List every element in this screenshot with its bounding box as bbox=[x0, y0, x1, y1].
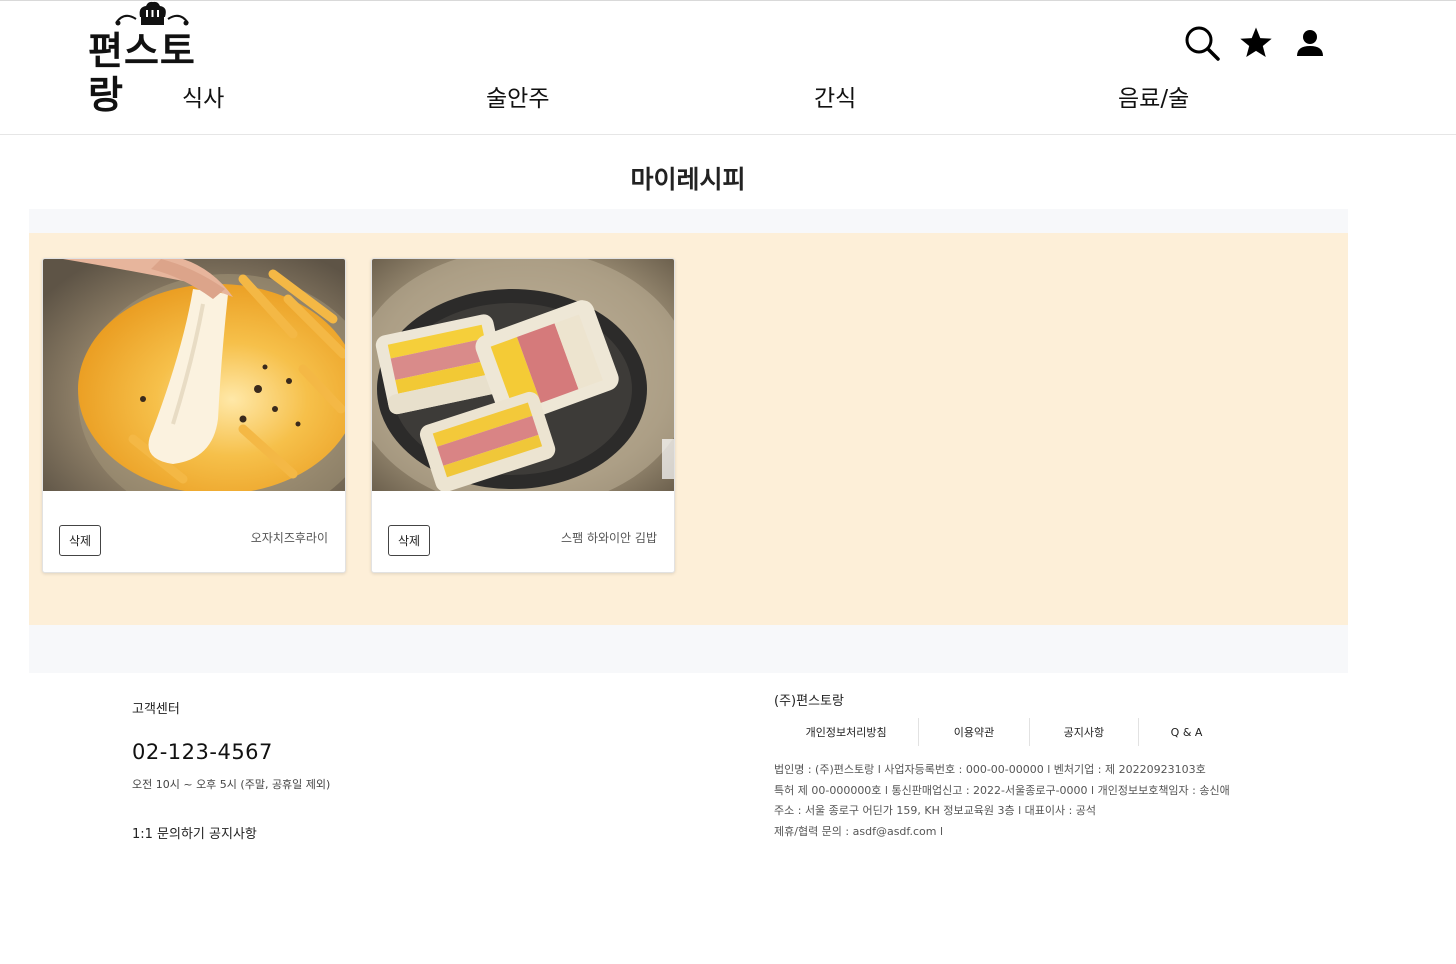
card-footer: 삭제 스팸 하와이안 김밥 bbox=[372, 491, 674, 572]
recipe-card[interactable]: 삭제 스팸 하와이안 김밥 bbox=[371, 258, 675, 573]
footer-company-info: (주)편스토랑 개인정보처리방침 이용약관 공지사항 Q & A 법인명 : (… bbox=[774, 690, 1294, 838]
recipe-card[interactable]: 삭제 오자치즈후라이 bbox=[42, 258, 346, 573]
main-nav: 식사 술안주 간식 음료/술 bbox=[0, 79, 1456, 119]
search-icon[interactable] bbox=[1184, 23, 1220, 63]
user-icon[interactable] bbox=[1292, 23, 1328, 63]
footer-customer-center: 고객센터 02-123-4567 오전 10시 ~ 오후 5시 (주말, 공휴일… bbox=[132, 698, 330, 842]
legal-line: 법인명 : (주)편스토랑 l 사업자등록번호 : 000-00-00000 l… bbox=[774, 763, 1206, 776]
chef-hat-icon bbox=[115, 1, 189, 26]
legal-line: 주소 : 서울 종로구 어딘가 159, KH 정보교육원 3층 l 대표이사 … bbox=[774, 804, 1097, 817]
site-logo[interactable]: 편스토랑 bbox=[88, 1, 218, 117]
footer-notice-link[interactable]: 공지사항 bbox=[1030, 718, 1140, 746]
site-header: 편스토랑 식사 술안주 간식 음료/술 bbox=[0, 1, 1456, 135]
company-legal-info: 법인명 : (주)편스토랑 l 사업자등록번호 : 000-00-00000 l… bbox=[774, 760, 1230, 842]
star-icon[interactable] bbox=[1238, 23, 1274, 63]
customer-hours: 오전 10시 ~ 오후 5시 (주말, 공휴일 제외) bbox=[132, 778, 331, 791]
customer-center-label: 고객센터 bbox=[132, 702, 180, 717]
footer-links: 1:1 문의하기 공지사항 bbox=[132, 823, 257, 842]
customer-phone: 02-123-4567 bbox=[132, 740, 273, 764]
delete-button[interactable]: 삭제 bbox=[388, 525, 430, 556]
footer-terms-link[interactable]: 이용약관 bbox=[919, 718, 1030, 746]
nav-meal[interactable]: 식사 bbox=[182, 79, 224, 113]
nav-side-dish[interactable]: 술안주 bbox=[486, 79, 549, 113]
cheese-fries-photo[interactable] bbox=[43, 259, 345, 491]
footer-qa-link[interactable]: Q & A bbox=[1139, 718, 1234, 746]
delete-button[interactable]: 삭제 bbox=[59, 525, 101, 556]
nav-drinks[interactable]: 음료/술 bbox=[1118, 79, 1189, 113]
company-name: (주)편스토랑 bbox=[774, 694, 844, 709]
legal-line: 특허 제 00-000000호 l 통신판매업신고 : 2022-서울종로구-0… bbox=[774, 783, 1230, 797]
page-title: 마이레시피 bbox=[630, 165, 746, 194]
footer-privacy-link[interactable]: 개인정보처리방침 bbox=[774, 718, 920, 746]
spam-gimbap-photo[interactable] bbox=[372, 259, 674, 491]
inquiry-link[interactable]: 1:1 문의하기 bbox=[132, 827, 205, 842]
footer-menu: 개인정보처리방침 이용약관 공지사항 Q & A bbox=[774, 718, 1234, 746]
nav-snack[interactable]: 간식 bbox=[814, 79, 856, 113]
header-icons bbox=[1184, 23, 1328, 63]
card-footer: 삭제 오자치즈후라이 bbox=[43, 491, 345, 572]
recipe-name[interactable]: 오자치즈후라이 bbox=[251, 529, 328, 546]
legal-line: 제휴/협력 문의 : asdf@asdf.com l bbox=[774, 824, 944, 838]
recipe-name[interactable]: 스팸 하와이안 김밥 bbox=[561, 529, 657, 546]
notice-link[interactable]: 공지사항 bbox=[209, 827, 257, 842]
